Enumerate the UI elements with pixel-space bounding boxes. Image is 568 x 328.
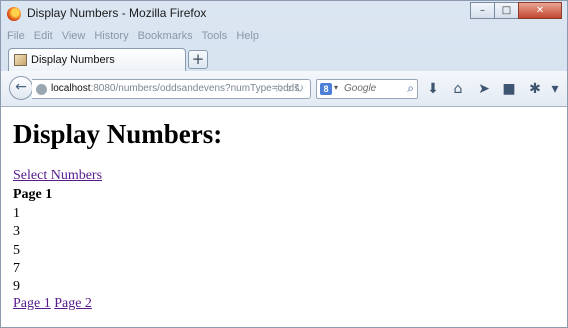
menu-view[interactable]: View bbox=[62, 30, 86, 46]
url-bar[interactable]: localhost:8080/numbers/oddsandevens?numT… bbox=[32, 79, 311, 99]
search-engine-dropdown-icon[interactable]: ▾ bbox=[334, 83, 338, 92]
url-path: :8080/numbers/oddsandevens?numType=odds bbox=[90, 83, 300, 94]
menu-help[interactable]: Help bbox=[236, 30, 259, 46]
list-item: 1 bbox=[13, 206, 20, 221]
tab-title: Display Numbers bbox=[31, 54, 115, 66]
list-item: 3 bbox=[13, 224, 20, 240]
menu-edit[interactable]: Edit bbox=[34, 30, 53, 46]
tab-display-numbers[interactable]: Display Numbers bbox=[8, 48, 186, 71]
list-item: 7 bbox=[13, 260, 20, 276]
new-tab-button[interactable]: + bbox=[188, 50, 208, 69]
page-heading: Display Numbers: bbox=[13, 119, 223, 149]
close-button[interactable]: ✕ bbox=[518, 2, 562, 19]
maximize-button[interactable]: □ bbox=[494, 2, 519, 19]
page-favicon-icon bbox=[14, 54, 27, 66]
home-icon[interactable]: ⌂ bbox=[449, 80, 467, 98]
open-menu-icon[interactable]: ▾ bbox=[546, 80, 564, 98]
page-2-link[interactable]: Page 2 bbox=[54, 296, 92, 311]
numbers-list: 1 3 5 7 9 bbox=[13, 205, 20, 296]
navigation-toolbar: ← localhost:8080/numbers/oddsandevens?nu… bbox=[1, 71, 567, 107]
minimize-button[interactable]: – bbox=[470, 2, 495, 19]
search-placeholder: Google bbox=[344, 83, 377, 94]
menu-history[interactable]: History bbox=[94, 30, 128, 46]
select-numbers-link[interactable]: Select Numbers bbox=[13, 168, 102, 184]
menu-tools[interactable]: Tools bbox=[202, 30, 228, 46]
firefox-logo-icon bbox=[7, 7, 21, 21]
globe-icon bbox=[36, 84, 47, 95]
download-icon[interactable]: ⬇ bbox=[424, 80, 442, 98]
search-bar[interactable]: 8 ▾ Google ⌕ bbox=[316, 79, 418, 99]
search-icon[interactable]: ⌕ bbox=[407, 81, 414, 96]
menu-bookmarks[interactable]: Bookmarks bbox=[138, 30, 193, 46]
list-item: 9 bbox=[13, 279, 20, 295]
menu-bar: File Edit View History Bookmarks Tools H… bbox=[7, 30, 268, 46]
window-controls: – □ ✕ bbox=[470, 2, 562, 20]
page-1-link[interactable]: Page 1 bbox=[13, 296, 51, 311]
back-button[interactable]: ← bbox=[9, 76, 33, 100]
browser-window: Display Numbers - Mozilla Firefox – □ ✕ … bbox=[0, 0, 568, 328]
url-host: localhost bbox=[51, 83, 91, 94]
title-bar: Display Numbers - Mozilla Firefox – □ ✕ bbox=[1, 1, 567, 27]
pocket-icon[interactable]: ■ bbox=[500, 80, 518, 98]
page-content: Display Numbers: Select Numbers Page 1 1… bbox=[1, 107, 567, 327]
list-item: 5 bbox=[13, 242, 20, 258]
menu-file[interactable]: File bbox=[7, 30, 25, 46]
url-text: localhost:8080/numbers/oddsandevens?numT… bbox=[51, 83, 299, 94]
current-page-label: Page 1 bbox=[13, 187, 53, 202]
tab-strip: Display Numbers + bbox=[1, 45, 567, 71]
bookmark-reload-icons[interactable]: ☆▿↻ bbox=[273, 81, 306, 95]
window-title: Display Numbers - Mozilla Firefox bbox=[27, 6, 207, 20]
send-icon[interactable]: ➤ bbox=[475, 80, 493, 98]
pagination: Page 1 Page 2 bbox=[13, 296, 92, 312]
extension-icon[interactable]: ✱ bbox=[526, 80, 544, 98]
search-engine-icon[interactable]: 8 bbox=[320, 83, 332, 95]
